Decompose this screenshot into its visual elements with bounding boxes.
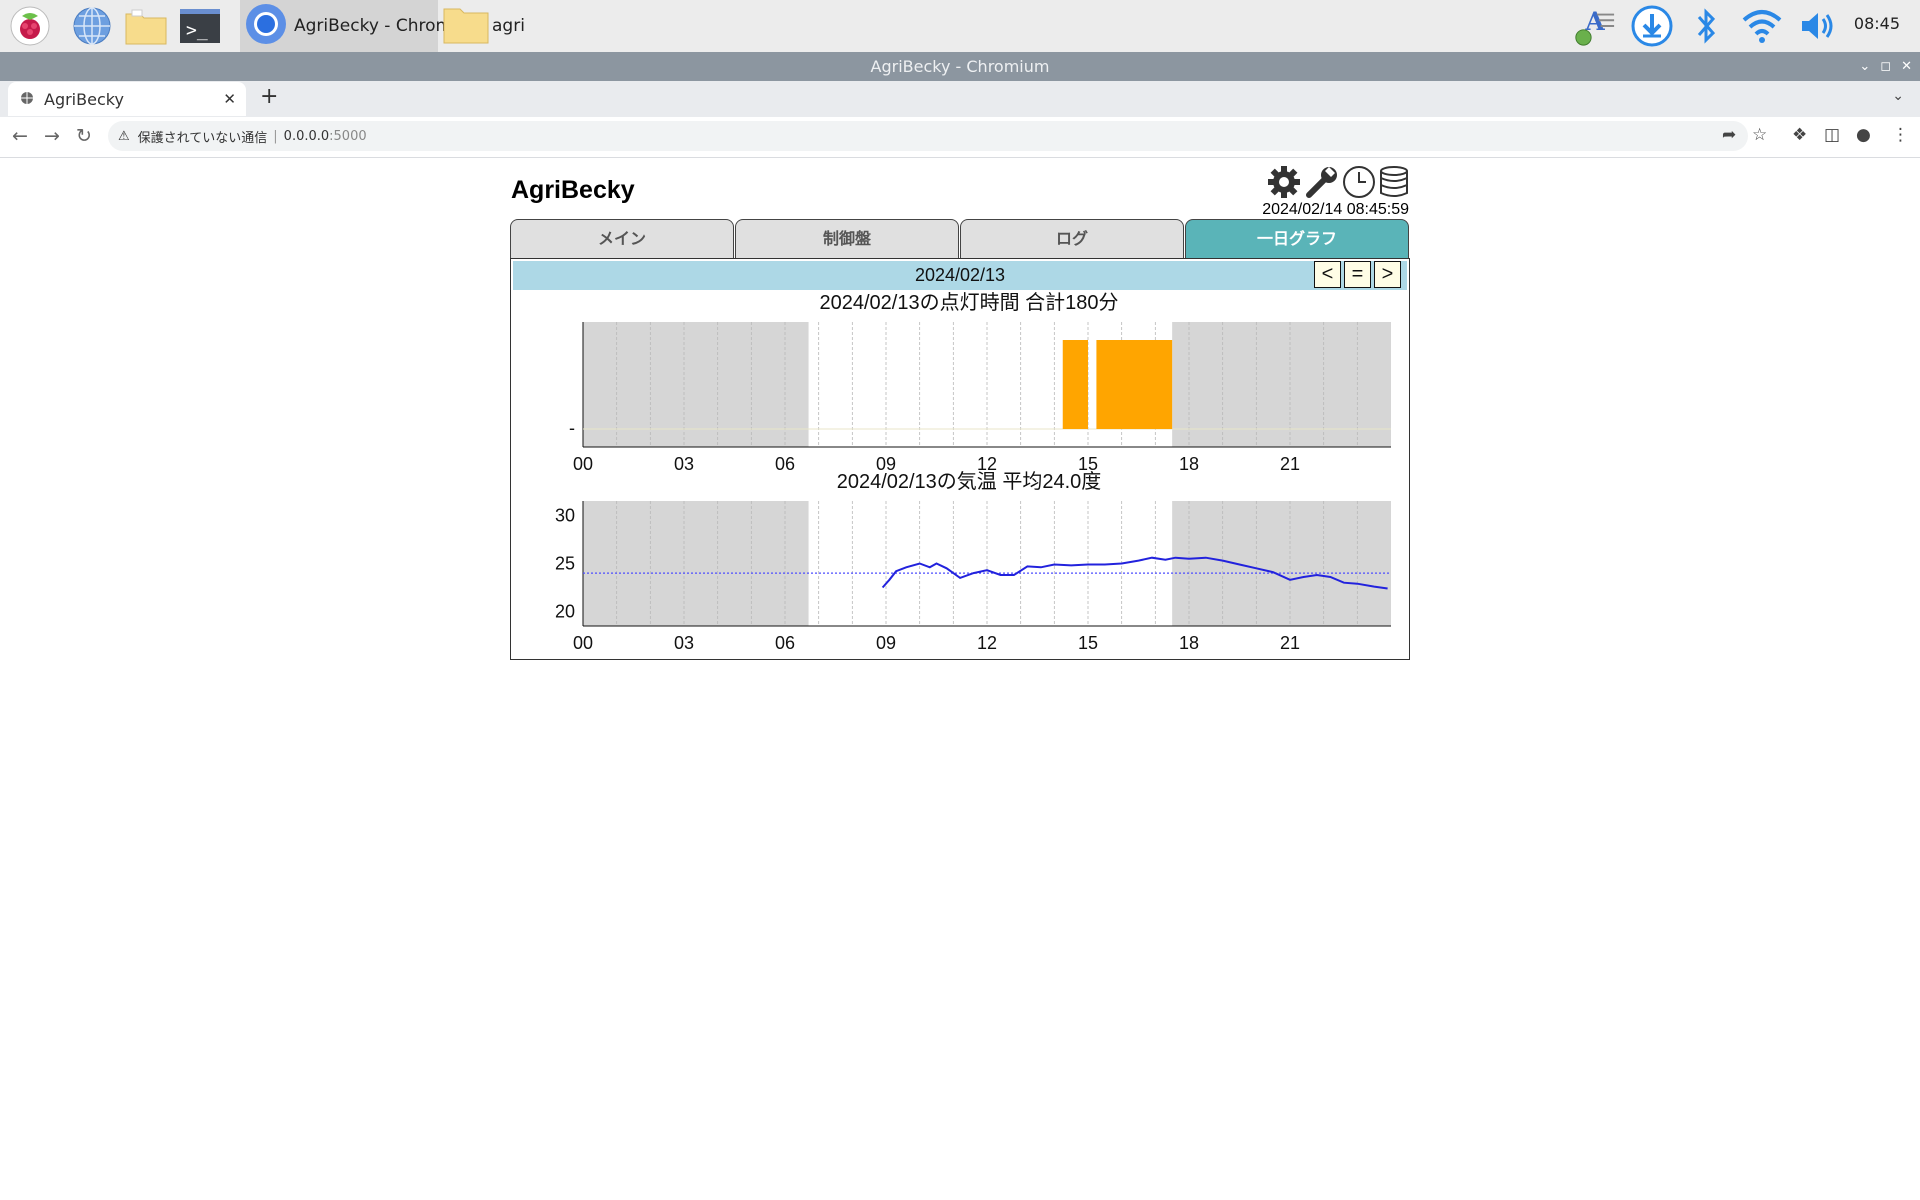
volume-icon[interactable] <box>1796 4 1840 48</box>
profile-icon[interactable]: ● <box>1856 125 1871 145</box>
browser-tab-title: AgriBecky <box>44 89 124 109</box>
x-tick-label: 00 <box>573 454 593 474</box>
tab-control-panel[interactable]: 制御盤 <box>735 219 959 258</box>
x-tick-label: 00 <box>573 633 593 653</box>
x-tick-label: 06 <box>775 633 795 653</box>
clock[interactable]: 08:45 <box>1854 14 1900 33</box>
y-tick-label: 30 <box>555 505 575 525</box>
terminal-icon[interactable]: >_ <box>178 4 222 48</box>
current-datetime: 2024/02/14 08:45:59 <box>1262 201 1409 218</box>
y-tick-label: 25 <box>555 554 575 574</box>
night-shading <box>1172 322 1391 447</box>
forward-icon[interactable]: → <box>44 125 60 147</box>
url-host: 0.0.0.0 <box>283 128 330 144</box>
lighting-bar <box>1096 340 1173 429</box>
x-tick-label: 18 <box>1179 454 1199 474</box>
file-manager-icon[interactable] <box>124 4 168 48</box>
browser-tab-strip <box>0 81 1920 117</box>
web-browser-icon[interactable] <box>70 4 114 48</box>
close-tab-icon[interactable]: ✕ <box>223 90 236 108</box>
lighting-bar <box>1062 340 1088 429</box>
security-label: 保護されていない通信 <box>137 130 268 146</box>
database-icon[interactable] <box>1378 165 1410 204</box>
x-tick-label: 03 <box>674 454 694 474</box>
x-tick-label: 12 <box>977 633 997 653</box>
taskbar: >_ AgriBecky - Chromi... agri A 08:45 <box>0 0 1920 53</box>
bookmark-star-icon[interactable]: ☆ <box>1752 125 1767 145</box>
globe-icon <box>20 90 34 109</box>
task-label: agri <box>492 16 525 36</box>
svg-text:>_: >_ <box>186 20 208 41</box>
tab-main[interactable]: メイン <box>510 219 734 258</box>
chart-lighting: 2024/02/13の点灯時間 合計180分00 03 06 09 12 15 18 21- <box>569 291 1391 474</box>
wifi-icon[interactable] <box>1740 4 1784 48</box>
next-day-button[interactable]: > <box>1374 261 1401 288</box>
prev-day-button[interactable]: < <box>1314 261 1341 288</box>
window-controls: ⌄ ◻ ✕ <box>1859 52 1912 81</box>
chart-temperature: 2024/02/13の気温 平均24.0度 00 03 06 09 12 15 18 21 30 2… <box>555 470 1391 653</box>
clock-icon[interactable] <box>1342 165 1376 204</box>
date-header: 2024/02/13 <box>513 261 1407 290</box>
tab-daily-graph[interactable]: 一日グラフ <box>1185 219 1409 258</box>
today-button[interactable]: = <box>1344 261 1371 288</box>
night-shading <box>1172 501 1391 626</box>
side-panel-icon[interactable]: ◫ <box>1824 125 1840 145</box>
divider: | <box>273 128 278 144</box>
browser-tab[interactable]: AgriBecky ✕ <box>8 82 246 116</box>
share-icon[interactable]: ➦ <box>1722 125 1736 145</box>
window-title: AgriBecky - Chromium <box>0 52 1920 81</box>
chart-title: 2024/02/13の気温 平均24.0度 <box>837 470 1102 493</box>
download-icon[interactable] <box>1630 4 1674 48</box>
top-icons <box>1266 164 1410 205</box>
x-tick-label: 21 <box>1280 454 1300 474</box>
x-tick-label: 03 <box>674 633 694 653</box>
x-tick-label: 09 <box>876 633 896 653</box>
tab-search-icon[interactable]: ⌄ <box>1892 88 1904 104</box>
y-tick-label: - <box>569 418 575 438</box>
chromium-icon <box>244 2 288 51</box>
graph-panel: 2024/02/13 < = > 2024/02/13の点灯時間 合計180分 0… <box>510 258 1410 660</box>
back-icon[interactable]: ← <box>12 125 28 147</box>
maximize-icon[interactable]: ◻ <box>1880 59 1891 74</box>
charts-svg: 2024/02/13の点灯時間 合計180分 00 03 06 09 12 15 18 21 - 2… <box>555 291 1391 653</box>
x-tick-label: 15 <box>1078 633 1098 653</box>
minimize-icon[interactable]: ⌄ <box>1859 59 1870 74</box>
task-agri-folder[interactable]: agri <box>442 0 562 52</box>
menu-icon[interactable]: ⋮ <box>1892 125 1909 145</box>
reload-icon[interactable]: ↻ <box>76 125 92 147</box>
selected-date: 2024/02/13 <box>914 265 1006 285</box>
app-title: AgriBecky <box>511 176 635 204</box>
warning-icon: ⚠ <box>118 128 130 144</box>
x-tick-label: 18 <box>1179 633 1199 653</box>
close-icon[interactable]: ✕ <box>1901 59 1912 74</box>
gear-icon[interactable] <box>1266 164 1302 205</box>
bluetooth-icon[interactable] <box>1684 4 1728 48</box>
wrench-icon[interactable] <box>1304 164 1340 205</box>
address-bar[interactable]: ⚠ 保護されていない通信 | 0.0.0.0:5000 <box>108 121 1748 151</box>
language-indicator-icon[interactable]: A <box>1572 4 1616 48</box>
x-tick-label: 06 <box>775 454 795 474</box>
folder-icon <box>442 3 490 50</box>
chart-title: 2024/02/13の点灯時間 合計180分 <box>819 291 1118 314</box>
task-chromium[interactable]: AgriBecky - Chromi... <box>240 0 473 52</box>
y-tick-label: 20 <box>555 602 575 622</box>
page-tabs: メイン 制御盤 ログ 一日グラフ <box>510 219 1410 259</box>
extensions-icon[interactable]: ❖ <box>1792 125 1807 145</box>
new-tab-icon[interactable]: + <box>260 84 278 109</box>
tab-log[interactable]: ログ <box>960 219 1184 258</box>
x-tick-label: 21 <box>1280 633 1300 653</box>
raspberry-menu-icon[interactable] <box>8 4 52 48</box>
url-port: :5000 <box>329 128 367 144</box>
